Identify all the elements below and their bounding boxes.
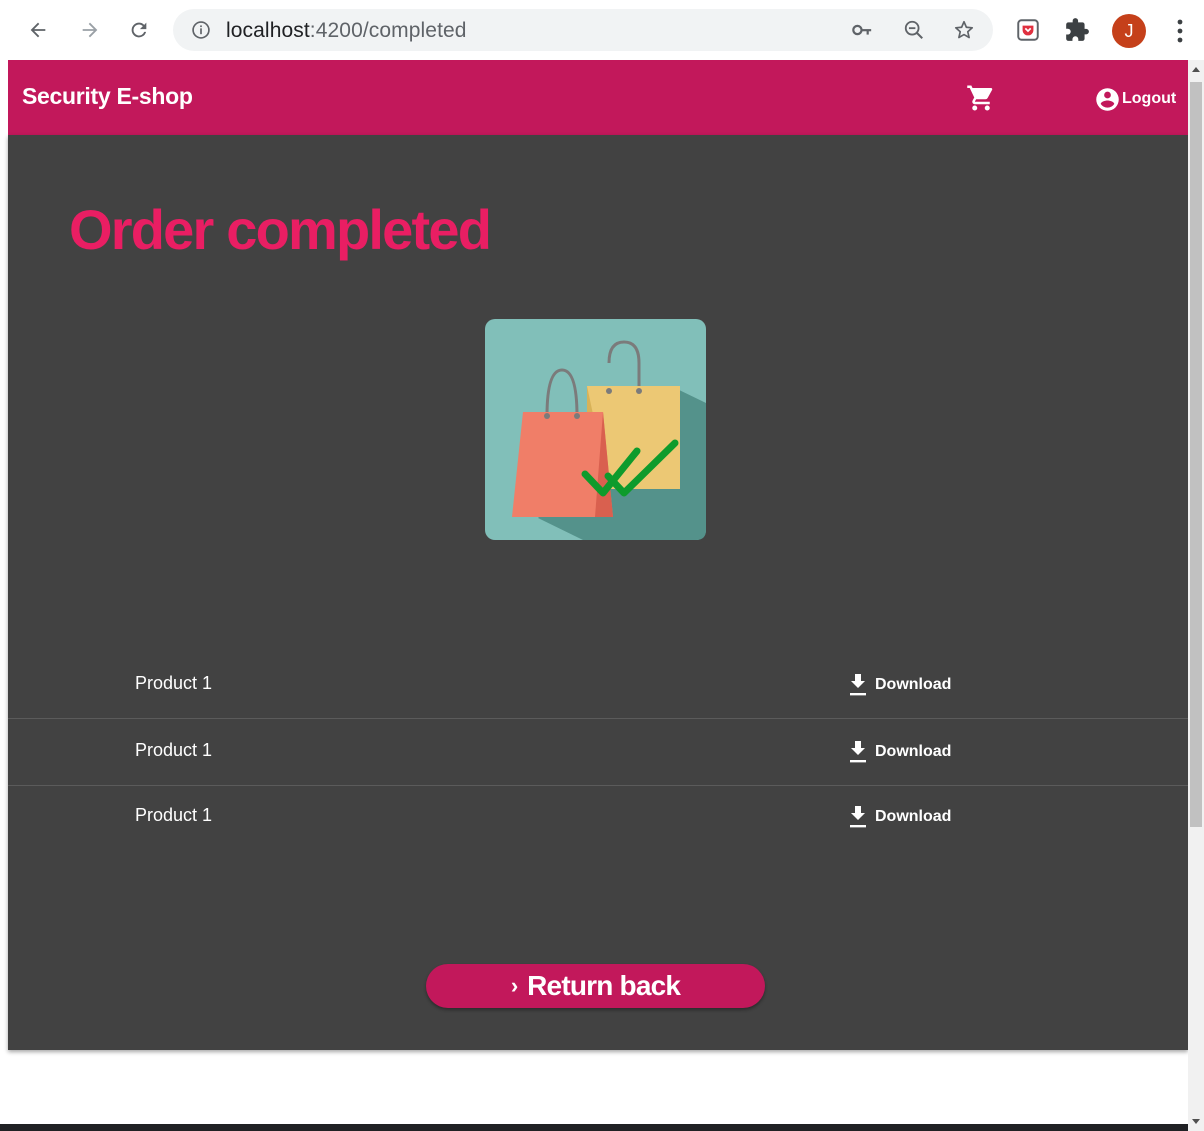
product-row: Product 1 Download <box>8 720 1188 786</box>
product-name: Product 1 <box>135 805 213 825</box>
url-text[interactable]: localhost:4200/completed <box>226 19 467 43</box>
cart-button[interactable] <box>966 83 996 113</box>
return-back-label: Return back <box>527 970 681 1001</box>
download-label: Download <box>875 743 952 760</box>
scroll-down-arrow-icon[interactable] <box>1192 1119 1200 1124</box>
download-label: Download <box>875 676 952 693</box>
page-title: Order completed <box>69 198 492 261</box>
download-icon <box>850 806 866 828</box>
logout-label: Logout <box>1122 90 1177 107</box>
download-icon <box>850 741 866 763</box>
zoom-out-icon[interactable] <box>903 19 925 41</box>
order-completed-card: Order completed Product 1 Download Produ… <box>8 135 1188 1050</box>
forward-button[interactable] <box>74 14 106 46</box>
download-label: Download <box>875 808 952 825</box>
download-button[interactable]: Download <box>846 802 951 832</box>
app-toolbar: Security E-shop Logout <box>8 60 1188 135</box>
shopping-bags-illustration <box>485 319 706 540</box>
page-scrollbar[interactable] <box>1188 60 1204 1131</box>
download-icon <box>850 674 866 696</box>
browser-chrome: localhost:4200/completed J <box>0 0 1204 60</box>
account-circle-icon <box>1096 87 1119 111</box>
url-host: localhost <box>226 19 310 42</box>
brand-title[interactable]: Security E-shop <box>22 83 193 110</box>
scroll-up-arrow-icon[interactable] <box>1192 67 1200 72</box>
download-button[interactable]: Download <box>846 737 951 767</box>
address-bar[interactable]: localhost:4200/completed <box>173 9 993 51</box>
shopping-cart-icon <box>967 85 993 111</box>
product-name: Product 1 <box>135 673 213 693</box>
extensions-icon[interactable] <box>1064 17 1090 43</box>
key-icon[interactable] <box>851 19 873 41</box>
forward-icon <box>82 22 98 38</box>
profile-avatar[interactable]: J <box>1112 14 1146 48</box>
product-name: Product 1 <box>135 740 213 760</box>
back-button[interactable] <box>22 14 54 46</box>
logout-button[interactable]: Logout <box>1094 85 1176 113</box>
url-path: :4200/completed <box>309 19 467 42</box>
return-back-button[interactable]: › Return back <box>426 964 765 1008</box>
chevron-right-icon: › <box>510 973 519 998</box>
bottom-edge <box>0 1124 1188 1131</box>
download-button[interactable]: Download <box>846 670 951 700</box>
product-row: Product 1 Download <box>8 785 1188 851</box>
reload-icon <box>131 22 147 38</box>
product-row: Product 1 Download <box>8 653 1188 719</box>
star-icon[interactable] <box>953 19 975 41</box>
scroll-thumb[interactable] <box>1190 82 1202 827</box>
reload-button[interactable] <box>123 14 155 46</box>
menu-icon[interactable] <box>1168 17 1192 45</box>
back-icon <box>30 22 46 38</box>
pocket-icon[interactable] <box>1015 17 1041 43</box>
info-icon[interactable] <box>191 20 211 40</box>
